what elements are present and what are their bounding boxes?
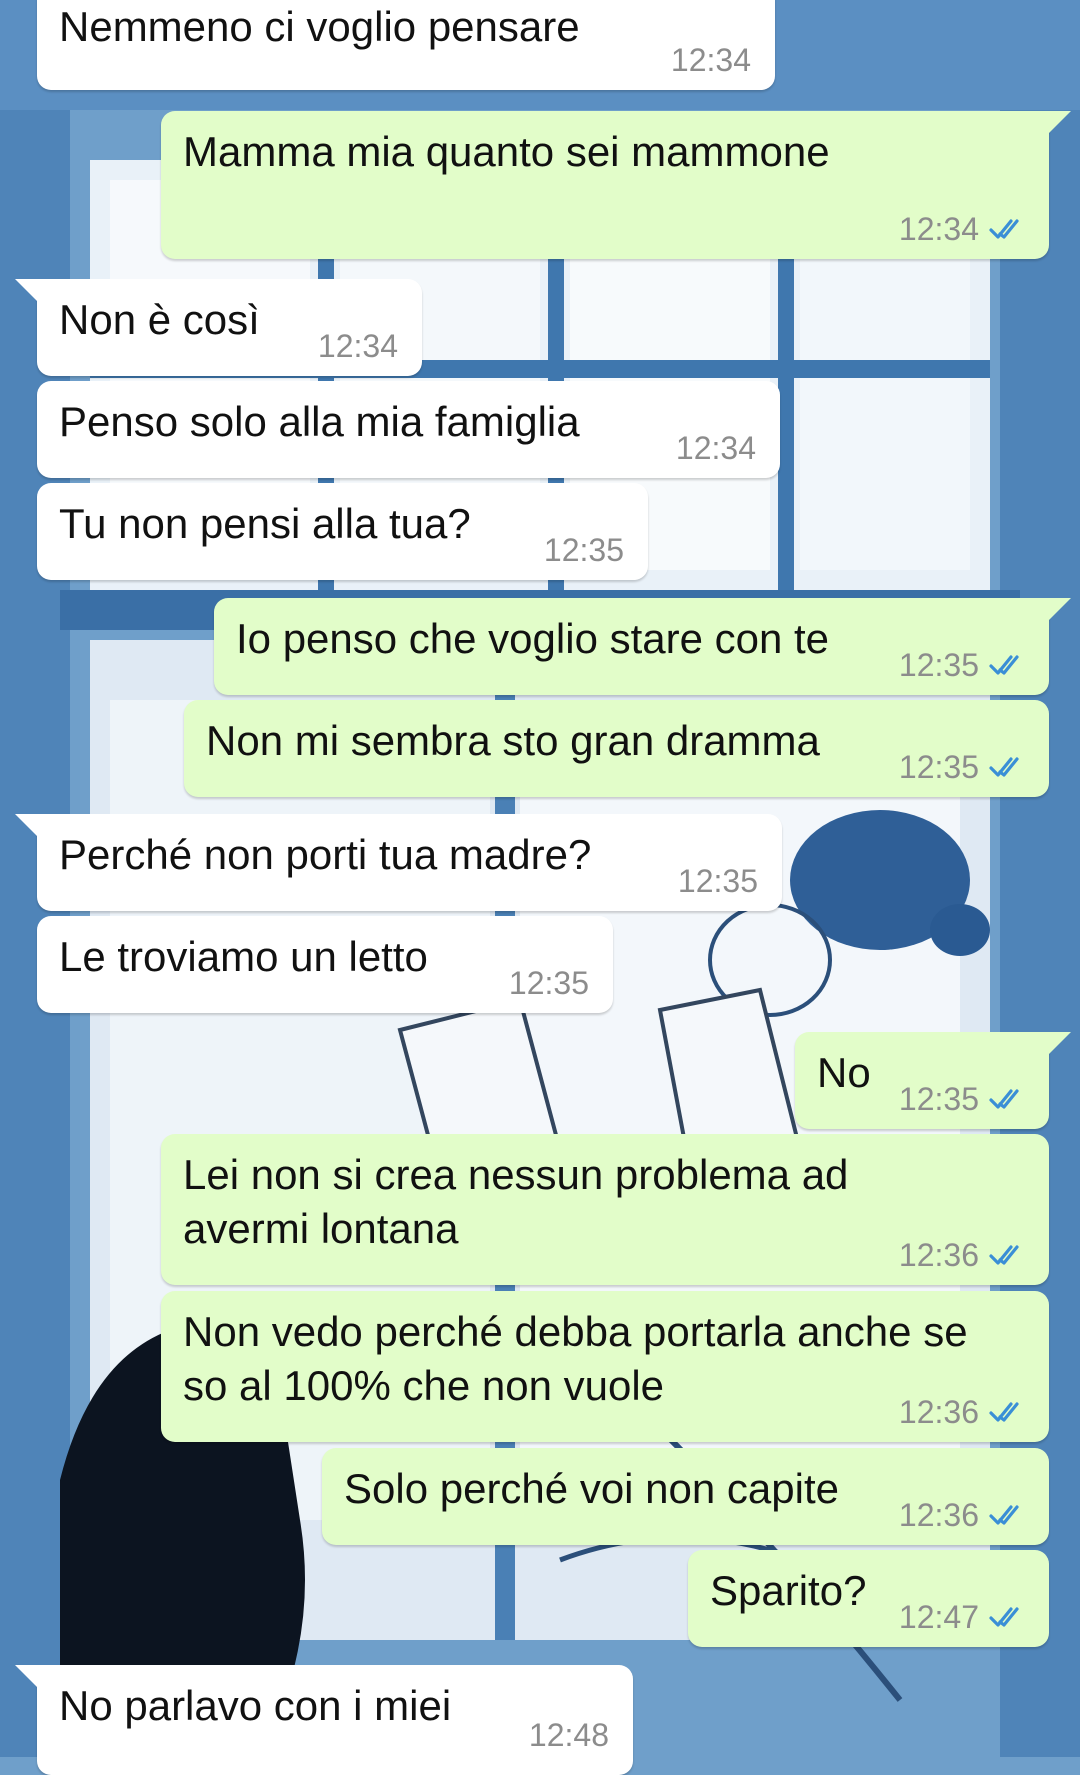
message-outgoing[interactable]: Mamma mia quanto sei mammone 12:34 — [161, 111, 1071, 259]
message-time: 12:34 — [898, 211, 979, 247]
message-meta: 12:36 — [899, 1239, 1027, 1271]
read-receipt-double-check-icon — [989, 1505, 1019, 1525]
message-meta: 12:48 — [529, 1719, 609, 1751]
message-incoming[interactable]: No parlavo con i miei 12:48 — [15, 1665, 633, 1775]
message-incoming[interactable]: Nemmeno ci voglio pensare 12:34 — [37, 0, 775, 90]
message-outgoing[interactable]: Sparito? 12:47 — [688, 1550, 1049, 1647]
message-time: 12:48 — [528, 1717, 609, 1753]
message-time: 12:35 — [898, 1081, 979, 1117]
message-time: 12:35 — [677, 863, 758, 899]
message-time: 12:34 — [670, 42, 751, 78]
read-receipt-double-check-icon — [989, 757, 1019, 777]
conversation[interactable]: Nemmeno ci voglio pensare 12:34 Mamma mi… — [0, 0, 1080, 1775]
message-text: Tu non pensi alla tua? — [59, 500, 471, 547]
read-receipt-double-check-icon — [989, 1607, 1019, 1627]
message-outgoing[interactable]: Solo perché voi non capite 12:36 — [322, 1448, 1049, 1545]
message-incoming[interactable]: Perché non porti tua madre? 12:35 — [15, 814, 782, 911]
message-meta: 12:36 — [899, 1396, 1027, 1428]
message-time: 12:35 — [508, 965, 589, 1001]
message-outgoing[interactable]: Io penso che voglio stare con te 12:35 — [214, 598, 1071, 695]
message-time: 12:34 — [675, 430, 756, 466]
message-outgoing[interactable]: Lei non si crea nessun problema ad averm… — [161, 1134, 1049, 1285]
message-text: Penso solo alla mia famiglia — [59, 398, 580, 445]
message-meta: 12:35 — [899, 1083, 1027, 1115]
message-time: 12:35 — [898, 749, 979, 785]
message-incoming[interactable]: Tu non pensi alla tua? 12:35 — [37, 483, 648, 580]
message-time: 12:35 — [898, 647, 979, 683]
message-text: Nemmeno ci voglio pensare — [59, 3, 580, 50]
read-receipt-double-check-icon — [989, 1089, 1019, 1109]
message-outgoing[interactable]: No 12:35 — [795, 1032, 1071, 1129]
message-meta: 12:34 — [899, 213, 1027, 245]
message-time: 12:35 — [543, 532, 624, 568]
message-meta: 12:35 — [899, 649, 1027, 681]
message-time: 12:36 — [898, 1237, 979, 1273]
message-text: Perché non porti tua madre? — [59, 831, 592, 878]
message-meta: 12:35 — [544, 534, 624, 566]
message-meta: 12:47 — [899, 1601, 1027, 1633]
message-meta: 12:34 — [676, 432, 756, 464]
message-incoming[interactable]: Non è così 12:34 — [15, 279, 422, 376]
read-receipt-double-check-icon — [989, 219, 1019, 239]
message-meta: 12:35 — [678, 865, 758, 897]
read-receipt-double-check-icon — [989, 1402, 1019, 1422]
message-text: Mamma mia quanto sei mammone — [183, 128, 830, 175]
message-incoming[interactable]: Le troviamo un letto 12:35 — [37, 916, 613, 1013]
message-time: 12:36 — [898, 1497, 979, 1533]
message-meta: 12:35 — [509, 967, 589, 999]
message-meta: 12:34 — [318, 330, 398, 362]
message-time: 12:47 — [898, 1599, 979, 1635]
message-meta: 12:34 — [671, 44, 751, 76]
message-time: 12:36 — [898, 1394, 979, 1430]
read-receipt-double-check-icon — [989, 1245, 1019, 1265]
message-time: 12:34 — [317, 328, 398, 364]
message-meta: 12:36 — [899, 1499, 1027, 1531]
message-meta: 12:35 — [899, 751, 1027, 783]
read-receipt-double-check-icon — [989, 655, 1019, 675]
message-outgoing[interactable]: Non vedo perché debba portarla anche se … — [161, 1291, 1049, 1442]
message-outgoing[interactable]: Non mi sembra sto gran dramma 12:35 — [184, 700, 1049, 797]
message-incoming[interactable]: Penso solo alla mia famiglia 12:34 — [37, 381, 780, 478]
